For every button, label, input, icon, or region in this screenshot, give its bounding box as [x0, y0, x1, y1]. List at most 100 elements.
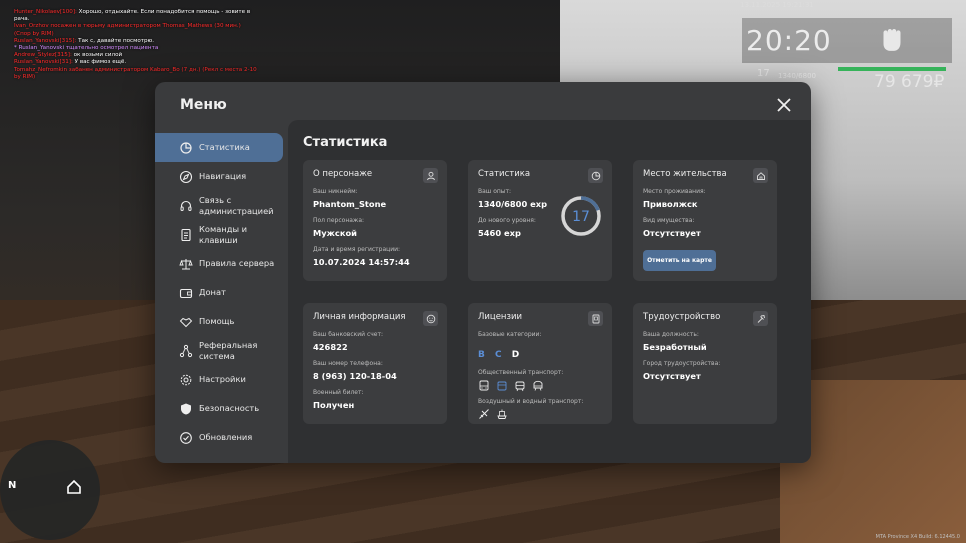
exp-label: Ваш опыт: — [478, 188, 512, 195]
sidebar-item-commands[interactable]: Команды и клавиши — [155, 220, 288, 249]
pie-chart-icon — [180, 141, 192, 154]
wallet-icon — [179, 288, 193, 298]
card-icon-button — [588, 311, 603, 326]
chat-text: Так с, давайте посмотрю. — [76, 37, 155, 44]
trolleybus-icon — [497, 381, 507, 391]
airplane-icon — [479, 409, 489, 419]
card-icon-button — [588, 168, 603, 183]
home-icon — [756, 171, 765, 180]
nickname-label: Ваш никнейм: — [313, 188, 358, 195]
chat-text: У вас фимоз ещё. — [72, 59, 127, 66]
category-d: D — [511, 350, 520, 360]
sidebar-item-help[interactable]: Помощь — [155, 307, 288, 336]
handshake-icon — [179, 317, 193, 327]
nickname-value: Phantom_Stone — [313, 199, 387, 209]
content-title: Статистика — [303, 135, 388, 150]
chat-log: Hunter_Nikolaev[100]: Хорошо, отдыхайте.… — [14, 9, 259, 81]
exp-value: 1340/6800 exp — [478, 199, 548, 209]
menu-window: Меню Статистика Навигация Связь с админи… — [155, 82, 811, 463]
mark-on-map-button[interactable]: Отметить на карте — [643, 250, 716, 271]
card-title: О персонаже — [313, 169, 373, 179]
close-icon[interactable] — [775, 96, 793, 114]
position-value: Безработный — [643, 342, 707, 352]
category-b: B — [478, 350, 485, 360]
sidebar-item-label: Реферальная система — [199, 340, 258, 361]
chat-line: Tomahz_Nefromkin забанен администратором… — [14, 67, 259, 81]
card-title: Личная информация — [313, 312, 406, 322]
card-character: О персонаже Ваш никнейм: Phantom_Stone П… — [303, 160, 447, 281]
scales-icon — [179, 258, 193, 269]
registration-value: 10.07.2024 14:57:44 — [313, 257, 410, 267]
license-categories: B C D — [478, 350, 519, 360]
position-label: Ваша должность: — [643, 331, 699, 338]
military-label: Военный билет: — [313, 389, 364, 396]
hud-datetime: 13.11.2025 19:21:31 — [740, 1, 814, 9]
card-title: Статистика — [478, 169, 531, 179]
chat-text: ок возьми силой — [71, 52, 123, 59]
health-bar — [838, 67, 946, 71]
residence-value: Приволжск — [643, 199, 698, 209]
card-title: Трудоустройство — [643, 312, 721, 322]
next-level-label: До нового уровня: — [478, 217, 536, 224]
gender-value: Мужской — [313, 228, 357, 238]
chat-text: * Ruslan_Yanovski тщательно осмотрел пац… — [14, 45, 159, 52]
document-icon — [181, 228, 191, 241]
headset-icon — [180, 200, 192, 211]
card-employment: Трудоустройство Ваша должность: Безработ… — [633, 303, 777, 424]
sidebar-item-label: Настройки — [199, 374, 246, 385]
sidebar-item-label: Команды и клавиши — [199, 224, 248, 245]
minimap-north-label: N — [8, 480, 17, 491]
category-c: C — [495, 350, 502, 360]
user-icon — [426, 171, 435, 180]
player-arrow-icon — [67, 479, 81, 494]
hud-money: 79 679₽ — [874, 72, 945, 92]
level-number: 17 — [572, 209, 590, 225]
sidebar-item-statistics[interactable]: Статистика — [155, 133, 283, 162]
license-icon — [592, 314, 599, 323]
chat-line: Ruslan_Yanovski[315]: Так с, давайте пос… — [14, 38, 259, 45]
pie-chart-icon — [591, 171, 600, 180]
job-city-label: Город трудоустройства: — [643, 360, 721, 367]
gear-icon — [180, 374, 192, 385]
card-licenses: Лицензии Базовые категории: B C D Общест… — [468, 303, 612, 424]
military-value: Получен — [313, 400, 355, 410]
sidebar-item-navigation[interactable]: Навигация — [155, 162, 288, 191]
card-title: Место жительства — [643, 169, 727, 179]
sidebar-item-donate[interactable]: Донат — [155, 278, 288, 307]
chat-line: Hunter_Nikolaev[100]: Хорошо, отдыхайте.… — [14, 9, 259, 23]
fist-icon — [883, 28, 901, 51]
hammer-icon — [757, 314, 765, 323]
sidebar-item-label: Связь с администрацией — [199, 195, 274, 216]
sidebar-item-referral[interactable]: Реферальная система — [155, 336, 288, 365]
card-icon-button — [753, 311, 768, 326]
face-icon — [426, 314, 435, 323]
sidebar-item-admin-contact[interactable]: Связь с администрацией — [155, 191, 288, 220]
sidebar-item-security[interactable]: Безопасность — [155, 394, 288, 423]
chat-text: Ivan_Orzhov посажен в тюрьму администрат… — [14, 23, 241, 37]
train-icon — [533, 380, 543, 391]
chat-line: Ruslan_Yanovski[31]: У вас фимоз ещё. — [14, 59, 259, 66]
registration-label: Дата и время регистрации: — [313, 246, 401, 253]
public-transport-icons — [478, 380, 544, 392]
sidebar-item-updates[interactable]: Обновления — [155, 423, 288, 452]
build-info: MTA Province X4 Build: 6.12445.0 — [875, 534, 960, 540]
card-icon-button — [753, 168, 768, 183]
sidebar-item-rules[interactable]: Правила сервера — [155, 249, 288, 278]
sidebar-item-label: Правила сервера — [199, 258, 275, 269]
air-water-transport-icons — [478, 408, 508, 420]
card-title: Лицензии — [478, 312, 523, 322]
property-value: Отсутствует — [643, 228, 701, 238]
tram-icon — [515, 381, 525, 392]
card-statistics: Статистика Ваш опыт: 1340/6800 exp До но… — [468, 160, 612, 281]
menu-title: Меню — [180, 97, 227, 113]
hud-exp: 1340/6800 — [778, 72, 816, 80]
phone-value: 8 (963) 120-18-04 — [313, 371, 397, 381]
gender-label: Пол персонажа: — [313, 217, 365, 224]
sidebar-item-settings[interactable]: Настройки — [155, 365, 288, 394]
level-progress-ring: 17 — [561, 196, 601, 236]
card-icon-button — [423, 168, 438, 183]
content-panel: Статистика О персонаже Ваш никнейм: Phan… — [288, 120, 811, 463]
job-city-value: Отсутствует — [643, 371, 701, 381]
chat-sender: Ruslan_Yanovski[31]: — [14, 59, 73, 66]
public-transport-label: Общественный транспорт: — [478, 369, 564, 376]
